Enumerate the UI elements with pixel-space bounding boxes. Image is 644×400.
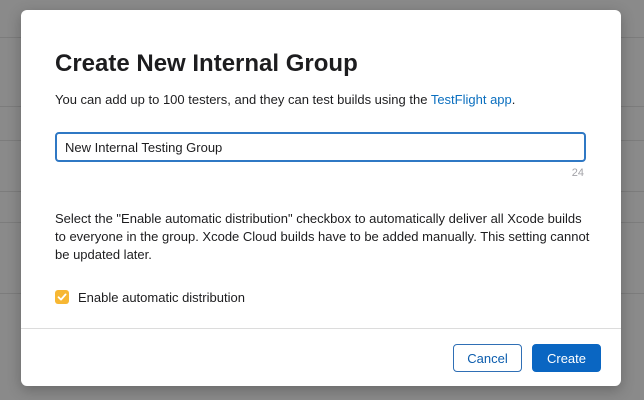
automatic-distribution-checkbox[interactable] [55, 290, 69, 304]
create-button[interactable]: Create [532, 344, 601, 372]
subtitle-text: You can add up to 100 testers, and they … [55, 92, 431, 107]
dialog-subtitle: You can add up to 100 testers, and they … [55, 92, 515, 107]
automatic-distribution-label[interactable]: Enable automatic distribution [78, 290, 245, 305]
distribution-description: Select the "Enable automatic distributio… [55, 211, 590, 262]
footer-divider [21, 328, 621, 329]
checkmark-icon [57, 293, 67, 301]
cancel-button[interactable]: Cancel [453, 344, 522, 372]
group-name-input[interactable] [55, 132, 586, 162]
subtitle-period: . [511, 92, 516, 107]
create-group-dialog: Create New Internal Group You can add up… [21, 10, 621, 386]
character-count: 24 [571, 167, 584, 179]
dialog-title: Create New Internal Group [55, 50, 358, 77]
testflight-app-link[interactable]: TestFlight app [431, 92, 512, 107]
automatic-distribution-row[interactable]: Enable automatic distribution [55, 289, 245, 305]
